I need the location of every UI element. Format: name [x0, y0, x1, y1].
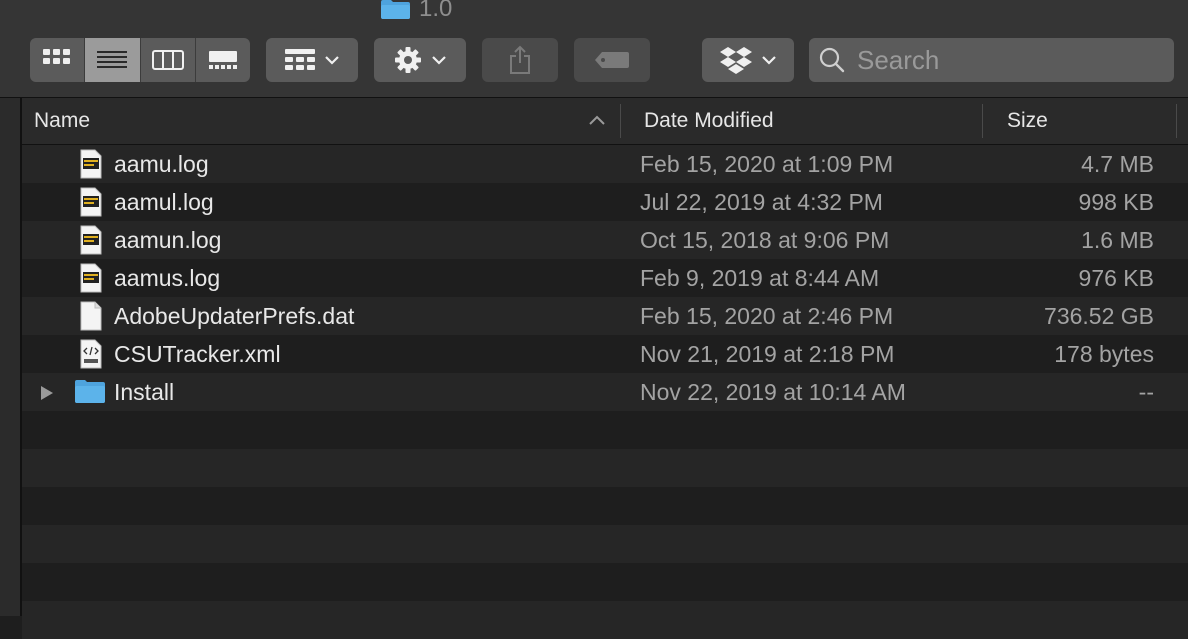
- list-icon: [97, 51, 128, 68]
- file-name: CSUTracker.xml: [114, 341, 281, 367]
- file-row[interactable]: CSUTracker.xml Nov 21, 2019 at 2:18 PM 1…: [22, 335, 1188, 373]
- file-date-modified: Jul 22, 2019 at 4:32 PM: [640, 189, 883, 215]
- column-divider[interactable]: [620, 104, 621, 138]
- file-size: 976 KB: [1078, 265, 1154, 291]
- file-name: aamus.log: [114, 265, 221, 291]
- file-name: aamu.log: [114, 151, 209, 177]
- folder-row[interactable]: Install Nov 22, 2019 at 10:14 AM --: [22, 373, 1188, 411]
- chevron-down-icon: [325, 56, 339, 65]
- file-size: 4.7 MB: [1081, 151, 1154, 177]
- columns-icon: [151, 50, 184, 70]
- grid-icon: [43, 49, 71, 64]
- folder-icon: [381, 0, 410, 19]
- log-file-icon: [80, 187, 102, 217]
- file-row[interactable]: aamus.log Feb 9, 2019 at 8:44 AM 976 KB: [22, 259, 1188, 297]
- window-title-text: 1.0: [419, 0, 453, 22]
- empty-row: [22, 601, 1188, 639]
- file-date-modified: Nov 22, 2019 at 10:14 AM: [640, 379, 906, 405]
- size-column-header[interactable]: Size: [1007, 98, 1048, 144]
- date-modified-column-header[interactable]: Date Modified: [644, 98, 774, 144]
- empty-row: [22, 487, 1188, 525]
- list-view-button[interactable]: [85, 38, 141, 82]
- column-divider[interactable]: [982, 104, 983, 138]
- log-file-icon: [80, 225, 102, 255]
- file-size: 1.6 MB: [1081, 227, 1154, 253]
- column-header: Name Date Modified Size: [22, 98, 1188, 145]
- folder-icon: [75, 380, 105, 403]
- file-date-modified: Oct 15, 2018 at 9:06 PM: [640, 227, 890, 253]
- file-name: aamul.log: [114, 189, 214, 215]
- sidebar-edge[interactable]: [0, 98, 22, 616]
- file-date-modified: Feb 15, 2020 at 1:09 PM: [640, 151, 894, 177]
- column-divider[interactable]: [1176, 104, 1177, 138]
- file-name: aamun.log: [114, 227, 222, 253]
- file-date-modified: Feb 9, 2019 at 8:44 AM: [640, 265, 880, 291]
- date-modified-column-label: Date Modified: [644, 109, 774, 132]
- file-row[interactable]: AdobeUpdaterPrefs.dat Feb 15, 2020 at 2:…: [22, 297, 1188, 335]
- action-menu-button[interactable]: [374, 38, 466, 82]
- file-name: AdobeUpdaterPrefs.dat: [114, 303, 355, 329]
- file-date-modified: Feb 15, 2020 at 2:46 PM: [640, 303, 894, 329]
- empty-row: [22, 563, 1188, 601]
- dropbox-icon: [720, 47, 752, 74]
- window-title: 1.0: [380, 0, 452, 22]
- name-column-label: Name: [34, 109, 91, 132]
- share-icon: [510, 45, 530, 74]
- file-date-modified: Nov 21, 2019 at 2:18 PM: [640, 341, 895, 367]
- gallery-view-button[interactable]: [196, 38, 250, 82]
- empty-row: [22, 449, 1188, 487]
- file-row[interactable]: aamun.log Oct 15, 2018 at 9:06 PM 1.6 MB: [22, 221, 1188, 259]
- file-list: aamu.log Feb 15, 2020 at 1:09 PM 4.7 MB …: [22, 145, 1188, 639]
- log-file-icon: [80, 149, 102, 179]
- search-icon: [819, 47, 845, 73]
- name-column-header[interactable]: Name: [34, 98, 90, 144]
- empty-row: [22, 525, 1188, 563]
- gallery-icon: [208, 51, 237, 69]
- sort-ascending-icon[interactable]: [588, 114, 606, 126]
- log-file-icon: [80, 263, 102, 293]
- empty-row: [22, 411, 1188, 449]
- size-column-label: Size: [1007, 109, 1048, 132]
- chevron-down-icon: [762, 56, 776, 65]
- view-mode-control: [30, 38, 250, 82]
- blank-document-icon: [80, 301, 102, 331]
- tag-button[interactable]: [574, 38, 650, 82]
- file-size: 178 bytes: [1054, 341, 1154, 367]
- xml-file-icon: [80, 339, 102, 369]
- file-size: 998 KB: [1078, 189, 1154, 215]
- group-by-button[interactable]: [266, 38, 358, 82]
- search-field[interactable]: [809, 38, 1174, 82]
- chevron-down-icon: [432, 56, 446, 65]
- tag-icon: [595, 52, 629, 68]
- file-row[interactable]: aamul.log Jul 22, 2019 at 4:32 PM 998 KB: [22, 183, 1188, 221]
- column-view-button[interactable]: [141, 38, 196, 82]
- dropbox-button[interactable]: [702, 38, 794, 82]
- group-icon: [285, 49, 315, 70]
- search-input[interactable]: [855, 43, 1149, 77]
- icon-view-button[interactable]: [30, 38, 86, 82]
- folder-name: Install: [114, 379, 175, 405]
- toolbar: 1.0: [0, 0, 1188, 98]
- gear-icon: [395, 47, 421, 73]
- file-size: 736.52 GB: [1044, 303, 1154, 329]
- share-button[interactable]: [482, 38, 558, 82]
- disclosure-triangle-icon[interactable]: [40, 385, 54, 401]
- file-size: --: [1138, 379, 1154, 405]
- file-row[interactable]: aamu.log Feb 15, 2020 at 1:09 PM 4.7 MB: [22, 145, 1188, 183]
